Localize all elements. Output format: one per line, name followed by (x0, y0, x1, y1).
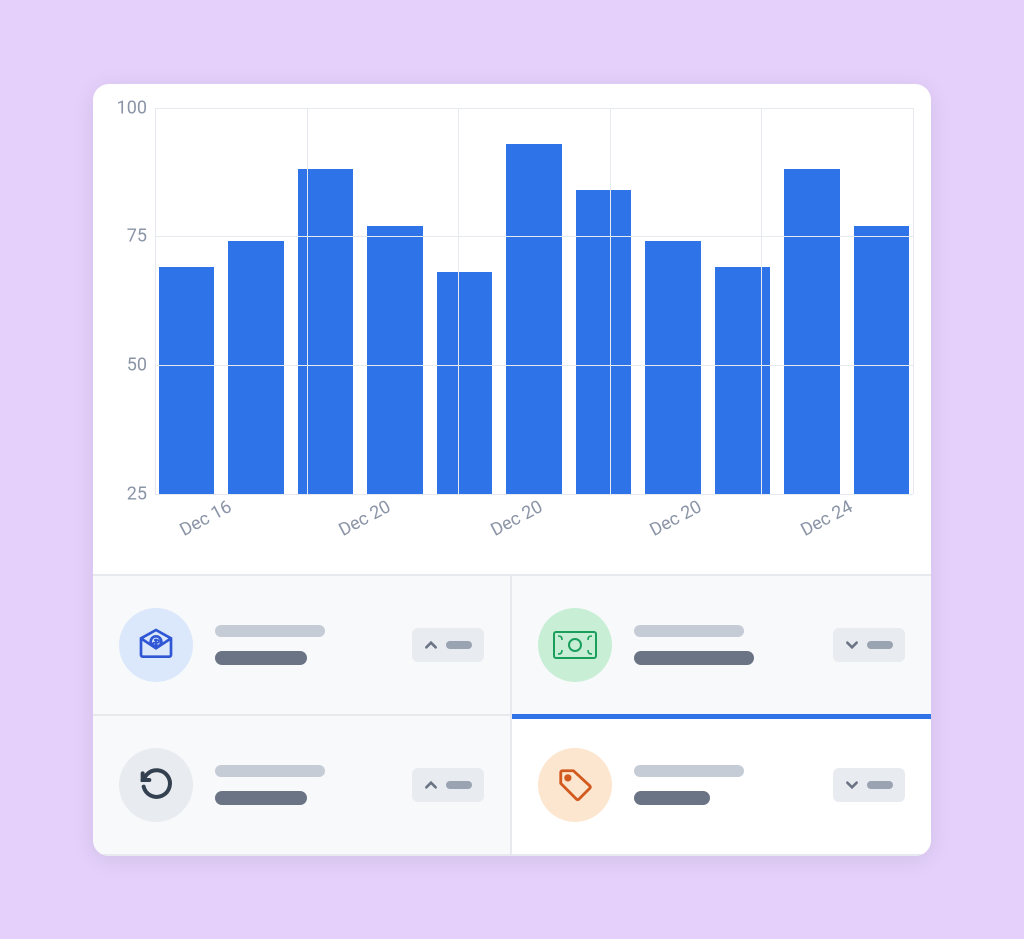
chevron-up-icon (424, 638, 438, 652)
stat-value-placeholder (634, 791, 710, 805)
trend-chip[interactable] (412, 628, 484, 662)
stat-value-placeholder (215, 651, 307, 665)
stat-label-placeholder (634, 765, 744, 777)
gridline-vertical (155, 108, 156, 494)
cash-icon (538, 608, 612, 682)
bar-chart: 100 75 50 25 Dec 16 Dec 20 Dec 20 Dec 20 Dec 24 (93, 84, 931, 574)
stat-value-placeholder (634, 651, 754, 665)
bar (854, 226, 909, 494)
chevron-down-icon (845, 638, 859, 652)
x-tick: Dec 16 (176, 496, 235, 541)
bar (784, 169, 839, 493)
stat-cell[interactable] (512, 716, 931, 856)
gridline-vertical (458, 108, 459, 494)
chart-bars (155, 108, 913, 494)
y-tick: 100 (117, 97, 147, 118)
x-tick: Dec 20 (487, 496, 546, 541)
y-axis: 100755025 (109, 108, 155, 494)
bar (506, 144, 561, 494)
bar (228, 241, 283, 493)
trend-chip[interactable] (833, 628, 905, 662)
gridline-horizontal (155, 236, 913, 237)
stat-text (634, 765, 811, 805)
dashboard-card: 100 75 50 25 Dec 16 Dec 20 Dec 20 Dec 20 Dec 24 (93, 84, 931, 856)
gridline-horizontal (155, 365, 913, 366)
y-tick: 50 (127, 354, 147, 375)
trend-chip[interactable] (412, 768, 484, 802)
y-tick: 25 (127, 483, 147, 504)
gridline-vertical (761, 108, 762, 494)
trend-value-placeholder (446, 641, 472, 649)
trend-value-placeholder (446, 781, 472, 789)
gridline-vertical (610, 108, 611, 494)
stats-grid (93, 574, 931, 856)
stat-cell[interactable] (93, 716, 512, 856)
x-axis: Dec 16 Dec 20 Dec 20 Dec 20 Dec 24 (155, 494, 913, 574)
stat-value-placeholder (215, 791, 307, 805)
chart-plot (155, 108, 913, 494)
envelope-dollar-icon (119, 608, 193, 682)
stat-label-placeholder (215, 625, 325, 637)
tag-icon (538, 748, 612, 822)
stat-cell[interactable] (93, 576, 512, 716)
y-tick: 75 (127, 226, 147, 247)
chevron-up-icon (424, 778, 438, 792)
stat-label-placeholder (215, 765, 325, 777)
bar (159, 267, 214, 493)
trend-value-placeholder (867, 781, 893, 789)
stat-text (215, 625, 390, 665)
x-tick: Dec 20 (646, 496, 705, 541)
x-tick: Dec 20 (335, 496, 394, 541)
bar (437, 272, 492, 493)
trend-value-placeholder (867, 641, 893, 649)
stat-label-placeholder (634, 625, 744, 637)
gridline-vertical (307, 108, 308, 494)
trend-chip[interactable] (833, 768, 905, 802)
stat-cell[interactable] (512, 576, 931, 716)
x-tick: Dec 24 (798, 496, 857, 541)
stat-text (634, 625, 811, 665)
stat-text (215, 765, 390, 805)
undo-icon (119, 748, 193, 822)
gridline-vertical (913, 108, 914, 494)
gridline-horizontal (155, 108, 913, 109)
bar (645, 241, 700, 493)
bar (367, 226, 422, 494)
chevron-down-icon (845, 778, 859, 792)
